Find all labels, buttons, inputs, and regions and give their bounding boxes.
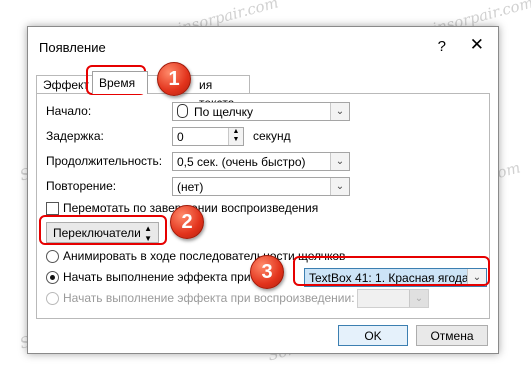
dialog-title: Появление [39, 40, 106, 55]
tab-strip: Эффект Время ия текста [36, 71, 490, 110]
option-on-click-label: Начать выполнение эффекта при [63, 270, 251, 284]
radio-sequence[interactable] [46, 250, 59, 263]
delay-unit: секунд [253, 129, 291, 143]
start-dropdown[interactable]: По щелчку ⌄ [172, 102, 350, 121]
chevron-down-icon[interactable]: ⌄ [330, 103, 349, 120]
callout-badge-1: 1 [157, 62, 191, 96]
delay-value: 0 [177, 130, 184, 144]
title-bar: Появление ? ✕ [28, 27, 498, 65]
cancel-button[interactable]: Отмена [416, 325, 488, 346]
repeat-label: Повторение: [46, 179, 117, 193]
help-icon[interactable]: ? [438, 38, 446, 55]
ok-button[interactable]: OK [338, 325, 408, 346]
animation-dialog: Появление ? ✕ Эффект Время ия текста Нач… [27, 26, 499, 354]
callout-badge-3: 3 [250, 255, 284, 289]
callout-badge-2: 2 [170, 205, 204, 239]
duration-dropdown[interactable]: 0,5 сек. (очень быстро) ⌄ [172, 152, 350, 171]
close-icon[interactable]: ✕ [470, 35, 484, 55]
tab-timing[interactable]: Время [92, 71, 148, 94]
spin-arrows-icon[interactable]: ▲ ▼ [228, 128, 243, 145]
chevron-down-icon[interactable]: ⌄ [330, 178, 349, 195]
chevron-down-icon[interactable]: ⌄ [330, 153, 349, 170]
repeat-value: (нет) [177, 180, 204, 194]
rewind-checkbox[interactable] [46, 202, 59, 215]
delay-stepper[interactable]: 0 ▲ ▼ [172, 127, 244, 146]
highlight-triggers-button [39, 215, 167, 245]
highlight-trigger-object [293, 256, 490, 286]
duration-label: Продолжительность: [46, 154, 163, 168]
start-value: По щелчку [194, 105, 254, 119]
bookmark-dropdown: ⌄ [357, 289, 429, 308]
radio-on-click[interactable] [46, 271, 59, 284]
start-label: Начало: [46, 104, 92, 118]
duration-value: 0,5 сек. (очень быстро) [177, 155, 306, 169]
mouse-icon [177, 104, 188, 118]
repeat-dropdown[interactable]: (нет) ⌄ [172, 177, 350, 196]
option-on-play-label: Начать выполнение эффекта при воспроизве… [63, 291, 355, 305]
delay-label: Задержка: [46, 129, 104, 143]
radio-on-play[interactable] [46, 292, 59, 305]
chevron-down-icon: ⌄ [409, 290, 428, 307]
